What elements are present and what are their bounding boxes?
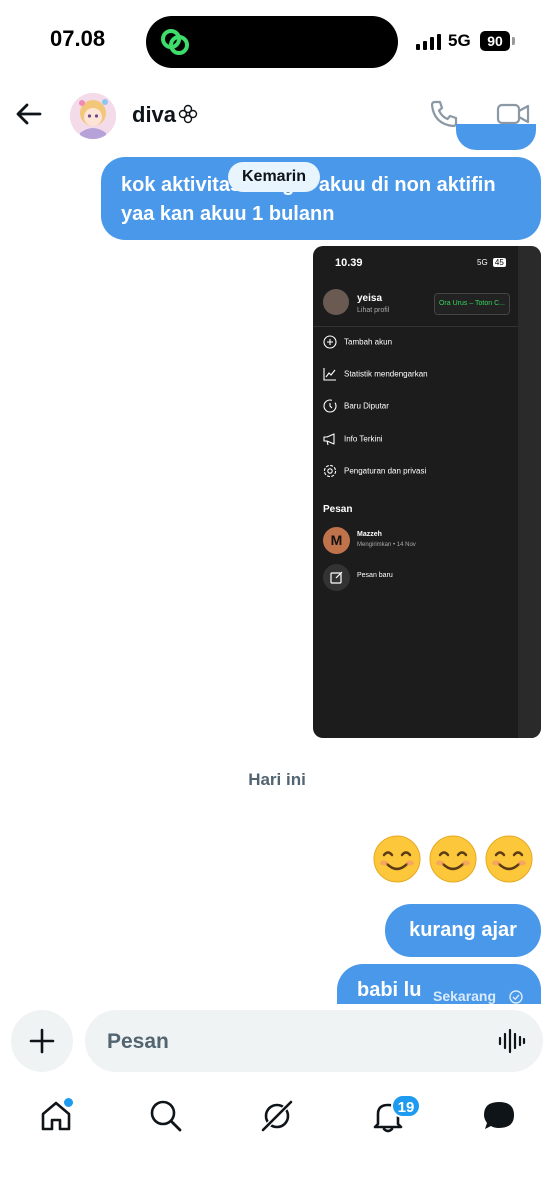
date-separator: Kemarin xyxy=(228,162,321,192)
message-timestamp: Sekarang xyxy=(433,988,497,1004)
megaphone-icon xyxy=(323,433,335,446)
attachment-username: yeisa xyxy=(357,293,383,304)
menu-label: Tambah akun xyxy=(344,337,393,347)
conversation-name: Mazzeh xyxy=(357,531,382,538)
attachment-avatar xyxy=(323,289,349,315)
signal-icon xyxy=(416,34,441,50)
image-attachment[interactable]: 10.39 5G 45 yeisa Lihat profil Ora Urus … xyxy=(313,246,541,738)
flower-icon xyxy=(178,104,198,124)
add-attachment-button[interactable] xyxy=(11,1010,73,1072)
message-bubble[interactable]: kurang ajar xyxy=(385,904,541,957)
smiling-face-emoji[interactable] xyxy=(484,834,534,884)
arrow-left-icon[interactable] xyxy=(14,100,44,128)
link-activity-icon xyxy=(161,29,189,55)
attachment-network: 5G xyxy=(477,258,488,267)
menu-label: Statistik mendengarkan xyxy=(344,369,428,379)
menu-item-info-terkini: Info Terkini xyxy=(323,432,383,448)
menu-label: Pengaturan dan privasi xyxy=(344,466,427,476)
message-bubble[interactable]: kok aktivitas dengar akuu di non aktifin… xyxy=(101,157,541,240)
plus-icon xyxy=(29,1028,55,1054)
messages-icon[interactable] xyxy=(481,1098,517,1134)
attachment-battery: 45 xyxy=(492,258,506,267)
network-label: 5G xyxy=(448,31,471,50)
divider xyxy=(313,326,518,327)
compose-icon xyxy=(330,571,343,584)
check-circle-icon xyxy=(509,990,523,1004)
menu-label: Info Terkini xyxy=(344,434,383,444)
battery-tip xyxy=(512,37,515,45)
date-separator: Hari ini xyxy=(248,770,306,789)
history-icon xyxy=(323,399,337,413)
avatar-image xyxy=(70,93,116,139)
attachment-section-title: Pesan xyxy=(323,504,353,515)
menu-item-baru-diputar: Baru Diputar xyxy=(323,399,389,415)
menu-item-pengaturan: Pengaturan dan privasi xyxy=(323,464,426,480)
new-message-button xyxy=(323,564,350,591)
chart-line-icon xyxy=(323,368,336,381)
smiling-face-emoji[interactable] xyxy=(428,834,478,884)
notification-badge: 19 xyxy=(391,1094,421,1118)
attachment-side-panel xyxy=(518,246,541,738)
menu-item-tambah-akun: Tambah akun xyxy=(323,335,392,351)
avatar[interactable] xyxy=(70,93,116,139)
new-message-label: Pesan baru xyxy=(357,572,393,579)
plus-circle-icon xyxy=(323,335,337,349)
smiling-face-emoji[interactable] xyxy=(372,834,422,884)
message-input-placeholder: Pesan xyxy=(107,1030,169,1053)
conversation-avatar: M xyxy=(323,527,350,554)
settings-icon xyxy=(323,464,337,478)
grok-icon[interactable] xyxy=(259,1098,295,1134)
home-notification-dot xyxy=(62,1096,75,1109)
now-playing-chip: Ora Urus – Toton C... xyxy=(434,293,510,315)
attachment-time: 10.39 xyxy=(335,257,363,269)
status-time: 07.08 xyxy=(50,26,106,51)
menu-label: Baru Diputar xyxy=(344,401,389,411)
search-icon[interactable] xyxy=(148,1098,184,1134)
voice-message-icon[interactable] xyxy=(497,1026,527,1056)
attachment-status: 5G 45 xyxy=(477,258,506,267)
conversation-subtitle: Mengirimkan • 14 Nov xyxy=(357,542,416,548)
battery-indicator: 90 xyxy=(480,31,510,51)
contact-name[interactable]: diva xyxy=(132,102,176,128)
previous-message-bubble xyxy=(456,124,536,150)
menu-item-statistik: Statistik mendengarkan xyxy=(323,367,428,383)
message-bubble[interactable]: babi lu Sekarang xyxy=(337,964,541,1004)
attachment-profile-link: Lihat profil xyxy=(357,307,390,314)
message-text: babi lu xyxy=(357,979,422,1001)
